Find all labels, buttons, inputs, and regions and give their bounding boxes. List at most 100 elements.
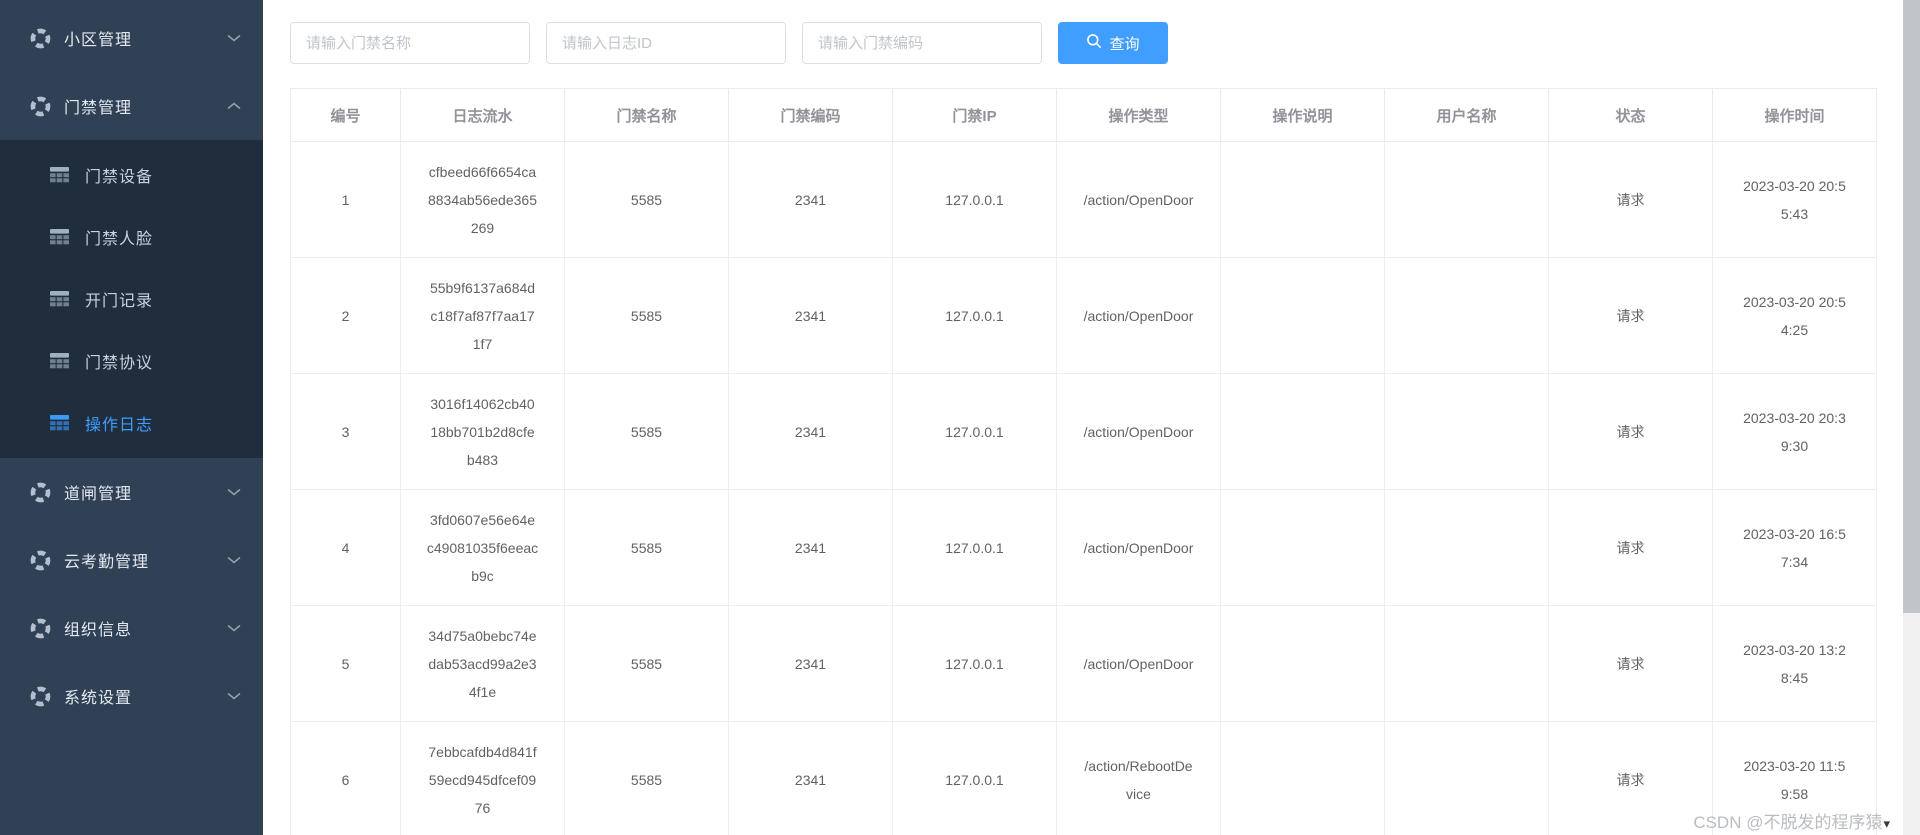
watermark-text: CSDN @不脱发的程序猿 xyxy=(1693,813,1882,832)
sidebar-group-5[interactable]: 系统设置 xyxy=(0,662,263,730)
column-header-7: 用户名称 xyxy=(1385,89,1549,142)
cell-value: 2023-03-20 20:55:43 xyxy=(1742,172,1848,228)
cell-value: 请求 xyxy=(1555,302,1706,330)
cell-value: 2341 xyxy=(735,418,886,446)
table-row-4: 534d75a0bebc74edab53acd99a2e34f1e5585234… xyxy=(291,606,1877,722)
cell-value: 127.0.0.1 xyxy=(899,302,1050,330)
sidebar-group-3[interactable]: 云考勤管理 xyxy=(0,526,263,594)
column-header-8: 状态 xyxy=(1549,89,1713,142)
vertical-scrollbar[interactable] xyxy=(1903,0,1920,835)
column-header-2: 门禁名称 xyxy=(565,89,729,142)
cell-value: 2341 xyxy=(735,766,886,794)
cell-value: /action/RebootDevice xyxy=(1082,752,1196,808)
cell-value: 34d75a0bebc74edab53acd99a2e34f1e xyxy=(427,622,539,706)
table-cell: 请求 xyxy=(1549,374,1713,490)
module-icon xyxy=(30,550,51,571)
table-grid-icon xyxy=(50,415,69,431)
table-cell: 7ebbcafdb4d841f59ecd945dfcef0976 xyxy=(401,722,565,835)
sidebar-group-1[interactable]: 门禁管理 xyxy=(0,72,263,140)
table-cell: 127.0.0.1 xyxy=(893,490,1057,606)
cell-value: 请求 xyxy=(1555,186,1706,214)
table-cell: 34d75a0bebc74edab53acd99a2e34f1e xyxy=(401,606,565,722)
sidebar-subitem-1-0[interactable]: 门禁设备 xyxy=(0,144,263,206)
cell-value: 2023-03-20 20:54:25 xyxy=(1742,288,1848,344)
sidebar-subitem-1-2[interactable]: 开门记录 xyxy=(0,268,263,330)
cell-value: /action/OpenDoor xyxy=(1082,186,1196,214)
log-id-input[interactable] xyxy=(546,22,786,64)
cell-value: 1 xyxy=(297,186,394,214)
table-cell: 5585 xyxy=(565,374,729,490)
table-grid-icon xyxy=(50,167,69,183)
table-cell: 请求 xyxy=(1549,142,1713,258)
table-cell: 5585 xyxy=(565,258,729,374)
door-name-input[interactable] xyxy=(290,22,530,64)
column-header-5: 操作类型 xyxy=(1057,89,1221,142)
table-cell xyxy=(1385,142,1549,258)
cell-value: 请求 xyxy=(1555,418,1706,446)
watermark: CSDN @不脱发的程序猿▾ xyxy=(1693,808,1890,833)
cell-value: 2 xyxy=(297,302,394,330)
sidebar-subitem-1-3[interactable]: 门禁协议 xyxy=(0,330,263,392)
table-cell: 5585 xyxy=(565,142,729,258)
table-cell: /action/OpenDoor xyxy=(1057,374,1221,490)
table-cell: 2023-03-20 20:55:43 xyxy=(1713,142,1877,258)
cursor-icon: ▾ xyxy=(1883,816,1890,831)
cell-value: 5585 xyxy=(571,186,722,214)
table-cell xyxy=(1221,142,1385,258)
table-cell: 2023-03-20 16:57:34 xyxy=(1713,490,1877,606)
cell-value: 5585 xyxy=(571,302,722,330)
sidebar-group-label: 小区管理 xyxy=(64,26,227,50)
module-icon xyxy=(30,686,51,707)
sidebar-subitem-1-1[interactable]: 门禁人脸 xyxy=(0,206,263,268)
table-cell xyxy=(1385,606,1549,722)
table-cell xyxy=(1221,606,1385,722)
sidebar-group-label: 云考勤管理 xyxy=(64,548,227,572)
sidebar-group-2[interactable]: 道闸管理 xyxy=(0,458,263,526)
cell-value: /action/OpenDoor xyxy=(1082,534,1196,562)
cell-value: 6 xyxy=(297,766,394,794)
door-code-input[interactable] xyxy=(802,22,1042,64)
table-cell: /action/OpenDoor xyxy=(1057,258,1221,374)
cell-value: 127.0.0.1 xyxy=(899,534,1050,562)
cell-value: 7ebbcafdb4d841f59ecd945dfcef0976 xyxy=(427,738,539,822)
table-cell: 5 xyxy=(291,606,401,722)
sidebar-subitem-label: 操作日志 xyxy=(85,411,153,435)
cell-value: 请求 xyxy=(1555,534,1706,562)
cell-value: 4 xyxy=(297,534,394,562)
table-cell: 2341 xyxy=(729,142,893,258)
module-icon xyxy=(30,28,51,49)
cell-value: 5585 xyxy=(571,534,722,562)
chevron-down-icon xyxy=(227,34,241,42)
sidebar-nav: 小区管理门禁管理门禁设备门禁人脸开门记录门禁协议操作日志道闸管理云考勤管理组织信… xyxy=(0,4,263,730)
table-cell: 127.0.0.1 xyxy=(893,258,1057,374)
sidebar-group-label: 组织信息 xyxy=(64,616,227,640)
sidebar-group-4[interactable]: 组织信息 xyxy=(0,594,263,662)
module-icon xyxy=(30,618,51,639)
scrollbar-thumb[interactable] xyxy=(1903,0,1920,613)
table-cell: /action/OpenDoor xyxy=(1057,490,1221,606)
table-cell: 6 xyxy=(291,722,401,835)
table-cell: 2341 xyxy=(729,258,893,374)
search-button[interactable]: 查询 xyxy=(1058,22,1168,64)
table-cell xyxy=(1221,374,1385,490)
table-cell xyxy=(1385,490,1549,606)
sidebar-subitem-1-4[interactable]: 操作日志 xyxy=(0,392,263,454)
cell-value: 请求 xyxy=(1555,650,1706,678)
sidebar-group-0[interactable]: 小区管理 xyxy=(0,4,263,72)
module-icon xyxy=(30,482,51,503)
cell-value: 3 xyxy=(297,418,394,446)
table-cell: /action/OpenDoor xyxy=(1057,142,1221,258)
table-cell: 127.0.0.1 xyxy=(893,374,1057,490)
operation-log-table: 编号日志流水门禁名称门禁编码门禁IP操作类型操作说明用户名称状态操作时间 1cf… xyxy=(290,88,1877,835)
table-cell: 3fd0607e56e64ec49081035f6eeacb9c xyxy=(401,490,565,606)
cell-value: 3fd0607e56e64ec49081035f6eeacb9c xyxy=(427,506,539,590)
table-cell: 2341 xyxy=(729,606,893,722)
header-row: 编号日志流水门禁名称门禁编码门禁IP操作类型操作说明用户名称状态操作时间 xyxy=(291,89,1877,142)
chevron-up-icon xyxy=(227,102,241,110)
table-cell: 5585 xyxy=(565,490,729,606)
cell-value: 3016f14062cb4018bb701b2d8cfeb483 xyxy=(427,390,539,474)
sidebar-subitem-label: 开门记录 xyxy=(85,287,153,311)
cell-value: 127.0.0.1 xyxy=(899,766,1050,794)
cell-value: /action/OpenDoor xyxy=(1082,418,1196,446)
table-cell xyxy=(1221,490,1385,606)
